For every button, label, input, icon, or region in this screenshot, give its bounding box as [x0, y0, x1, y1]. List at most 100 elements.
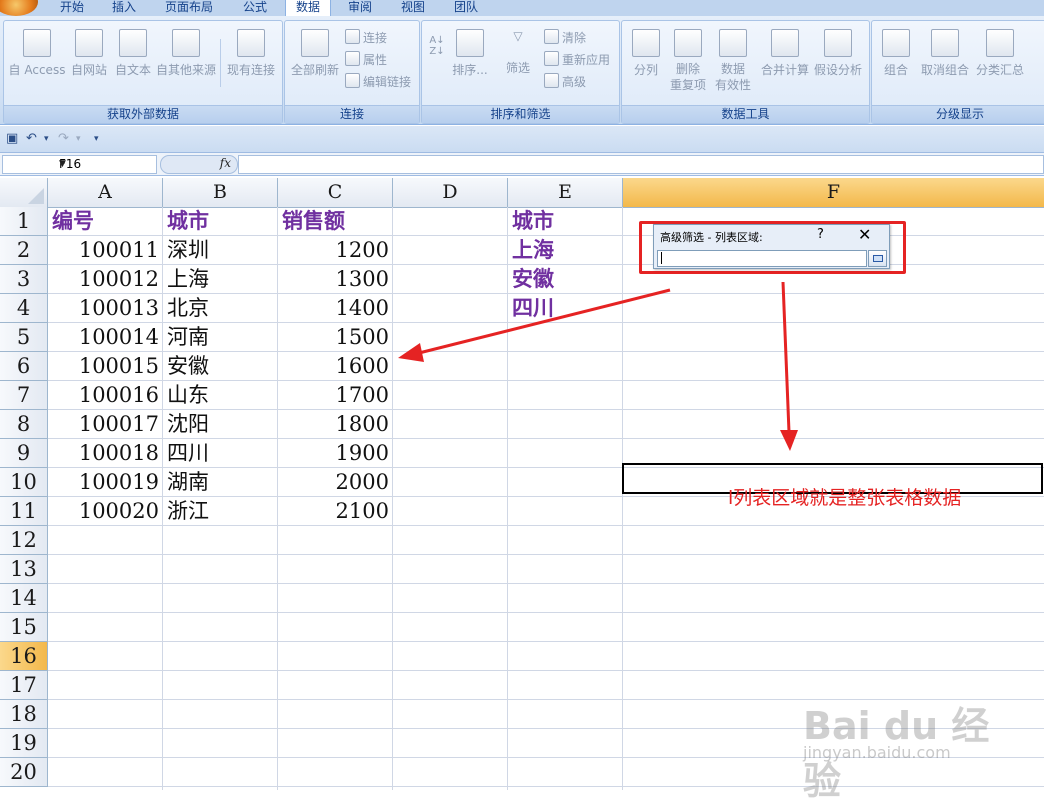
ungroup-button[interactable]: 取消组合 [918, 29, 972, 78]
from-access-button[interactable]: 自 Access [8, 29, 66, 78]
city-cell[interactable]: 上海 [167, 265, 274, 293]
row-header-15[interactable]: 15 [0, 613, 48, 642]
remove-duplicates-button[interactable]: 删除 重复项 [668, 29, 708, 93]
tab-formulas[interactable]: 公式 [233, 0, 277, 16]
customize-toolbar-icon[interactable]: ▾ [94, 134, 99, 144]
table-header-cell[interactable]: 销售额 [282, 207, 389, 235]
city-cell[interactable]: 沈阳 [167, 410, 274, 438]
sales-cell[interactable]: 1300 [282, 265, 389, 293]
from-text-button[interactable]: 自文本 [112, 29, 154, 78]
formula-input[interactable] [238, 155, 1044, 174]
help-icon[interactable]: ? [817, 227, 824, 242]
column-header-e[interactable]: E [508, 178, 623, 208]
column-header-f[interactable]: F [623, 178, 1044, 208]
criteria-cell[interactable]: 四川 [512, 294, 619, 322]
chevron-down-icon[interactable]: ▾ [76, 134, 81, 144]
row-header-17[interactable]: 17 [0, 671, 48, 700]
office-button[interactable] [0, 0, 38, 16]
row-header-14[interactable]: 14 [0, 584, 48, 613]
tab-review[interactable]: 审阅 [338, 0, 382, 16]
row-header-6[interactable]: 6 [0, 352, 48, 381]
name-box[interactable]: F16 ▼ [2, 155, 157, 174]
row-header-11[interactable]: 11 [0, 497, 48, 526]
id-cell[interactable]: 100020 [52, 497, 159, 525]
city-cell[interactable]: 浙江 [167, 497, 274, 525]
tab-view[interactable]: 视图 [391, 0, 435, 16]
id-cell[interactable]: 100018 [52, 439, 159, 467]
column-header-c[interactable]: C [278, 178, 393, 208]
undo-icon[interactable]: ↶ [26, 131, 37, 146]
row-header-3[interactable]: 3 [0, 265, 48, 294]
criteria-cell[interactable]: 安徽 [512, 265, 619, 293]
row-header-16[interactable]: 16 [0, 642, 48, 671]
row-header-7[interactable]: 7 [0, 381, 48, 410]
from-web-button[interactable]: 自网站 [68, 29, 110, 78]
column-header-a[interactable]: A [48, 178, 163, 208]
reapply-button[interactable]: 重新应用 [544, 51, 610, 68]
city-cell[interactable]: 河南 [167, 323, 274, 351]
tab-insert[interactable]: 插入 [102, 0, 146, 16]
sales-cell[interactable]: 1200 [282, 236, 389, 264]
row-header-2[interactable]: 2 [0, 236, 48, 265]
table-header-cell[interactable]: 编号 [52, 207, 159, 235]
tab-team[interactable]: 团队 [444, 0, 488, 16]
sales-cell[interactable]: 2000 [282, 468, 389, 496]
expand-dialog-icon[interactable] [868, 250, 887, 267]
row-header-5[interactable]: 5 [0, 323, 48, 352]
row-header-10[interactable]: 10 [0, 468, 48, 497]
city-cell[interactable]: 安徽 [167, 352, 274, 380]
chevron-down-icon[interactable]: ▼ [59, 156, 154, 173]
data-validation-button[interactable]: 数据 有效性 [710, 29, 756, 93]
sales-cell[interactable]: 1800 [282, 410, 389, 438]
list-range-input[interactable] [657, 250, 867, 267]
id-cell[interactable]: 100013 [52, 294, 159, 322]
city-cell[interactable]: 山东 [167, 381, 274, 409]
criteria-cell[interactable]: 上海 [512, 236, 619, 264]
id-cell[interactable]: 100019 [52, 468, 159, 496]
city-cell[interactable]: 四川 [167, 439, 274, 467]
edit-links-button[interactable]: 编辑链接 [345, 73, 411, 90]
sales-cell[interactable]: 1900 [282, 439, 389, 467]
row-header-12[interactable]: 12 [0, 526, 48, 555]
what-if-button[interactable]: 假设分析 [812, 29, 864, 78]
id-cell[interactable]: 100017 [52, 410, 159, 438]
tab-data[interactable]: 数据 [285, 0, 331, 17]
id-cell[interactable]: 100016 [52, 381, 159, 409]
subtotal-button[interactable]: 分类汇总 [974, 29, 1026, 78]
column-header-b[interactable]: B [163, 178, 278, 208]
id-cell[interactable]: 100015 [52, 352, 159, 380]
city-cell[interactable]: 深圳 [167, 236, 274, 264]
sort-button[interactable]: 排序... [450, 29, 490, 78]
city-cell[interactable]: 北京 [167, 294, 274, 322]
row-header-13[interactable]: 13 [0, 555, 48, 584]
column-header-d[interactable]: D [393, 178, 508, 208]
tab-home[interactable]: 开始 [50, 0, 94, 16]
select-all-corner[interactable] [0, 178, 48, 208]
row-header-20[interactable]: 20 [0, 758, 48, 787]
consolidate-button[interactable]: 合并计算 [760, 29, 810, 78]
criteria-header-cell[interactable]: 城市 [512, 207, 619, 235]
row-header-1[interactable]: 1 [0, 207, 48, 236]
row-header-18[interactable]: 18 [0, 700, 48, 729]
redo-icon[interactable]: ↷ [58, 131, 69, 146]
connections-button[interactable]: 连接 [345, 29, 387, 46]
row-header-19[interactable]: 19 [0, 729, 48, 758]
sales-cell[interactable]: 1700 [282, 381, 389, 409]
clear-button[interactable]: 清除 [544, 29, 586, 46]
sales-cell[interactable]: 2100 [282, 497, 389, 525]
sort-asc-button[interactable]: A↓ Z↓ [426, 35, 448, 57]
sales-cell[interactable]: 1400 [282, 294, 389, 322]
id-cell[interactable]: 100012 [52, 265, 159, 293]
city-cell[interactable]: 湖南 [167, 468, 274, 496]
text-to-columns-button[interactable]: 分列 [626, 29, 666, 78]
tab-page-layout[interactable]: 页面布局 [157, 0, 221, 16]
row-header-4[interactable]: 4 [0, 294, 48, 323]
sales-cell[interactable]: 1600 [282, 352, 389, 380]
filter-button[interactable]: ▽ 筛选 [498, 29, 538, 76]
insert-function-icon[interactable]: fx [220, 156, 231, 170]
refresh-all-button[interactable]: 全部刷新 [288, 29, 342, 78]
from-other-sources-button[interactable]: 自其他来源 [156, 29, 216, 78]
id-cell[interactable]: 100014 [52, 323, 159, 351]
row-header-8[interactable]: 8 [0, 410, 48, 439]
sales-cell[interactable]: 1500 [282, 323, 389, 351]
